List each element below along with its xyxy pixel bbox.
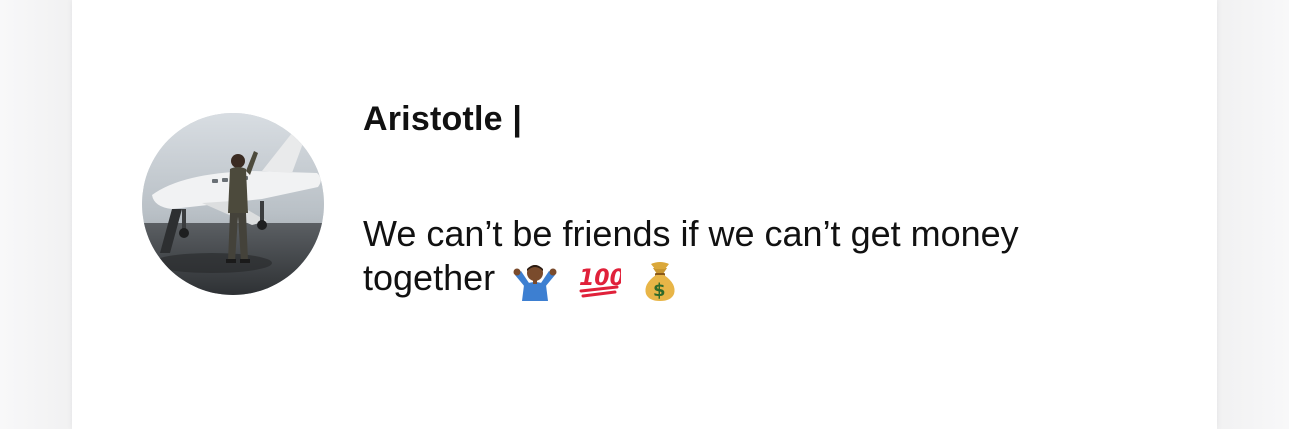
avatar-photo (142, 113, 324, 295)
author-name[interactable]: Aristotle | (363, 100, 522, 139)
right-margin (1217, 0, 1289, 429)
avatar[interactable] (142, 113, 324, 295)
hundred-points-emoji: 100 (577, 261, 625, 311)
message-line-2-row: together 100 $ (363, 256, 1163, 312)
person-shrugging-emoji (513, 261, 557, 311)
svg-text:$: $ (653, 280, 666, 301)
screenshot-page: Aristotle | We can’t be friends if we ca… (0, 0, 1289, 429)
left-margin (0, 0, 72, 429)
money-bag-emoji: $ (641, 260, 679, 312)
post-message: We can’t be friends if we can’t get mone… (363, 212, 1163, 312)
emoji-row: 100 $ (513, 260, 689, 312)
message-line-1: We can’t be friends if we can’t get mone… (363, 213, 1019, 254)
message-line-2: together (363, 257, 496, 298)
